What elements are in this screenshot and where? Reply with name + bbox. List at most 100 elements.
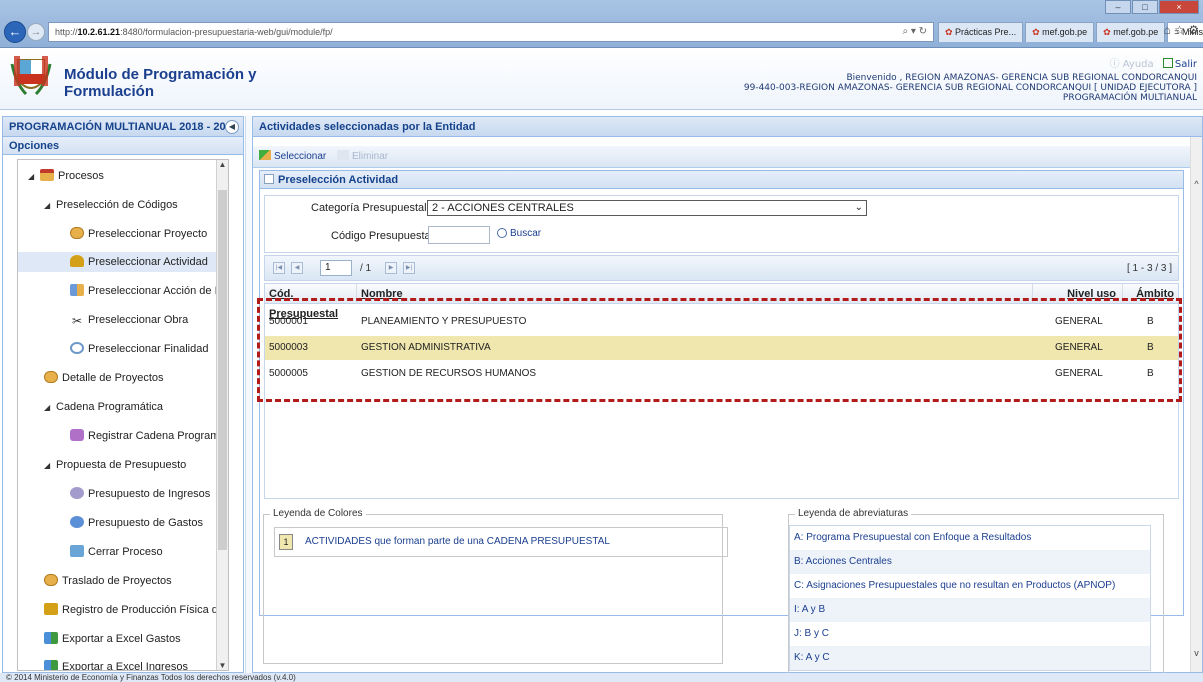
prev-page-icon[interactable]: ◀: [291, 262, 303, 274]
tree-item-label: Preseleccionar Obra: [88, 314, 189, 326]
abbreviation-item: K: A y C: [790, 646, 1150, 670]
browser-tools[interactable]: ⌂ ☆ ⚙: [1164, 23, 1199, 37]
code-label: Código Presupuestal :: [331, 230, 440, 242]
main-scrollbar[interactable]: ^ v: [1190, 137, 1202, 672]
back-button[interactable]: ←: [4, 21, 26, 43]
abbreviation-legend-title: Leyenda de abreviaturas: [795, 508, 912, 519]
fieldset-title-text: Preselección Actividad: [278, 174, 399, 186]
target-icon: [70, 342, 84, 354]
first-page-icon[interactable]: |◀: [273, 262, 285, 274]
abbreviation-legend: Leyenda de abreviaturas A: Programa Pres…: [788, 508, 1164, 674]
tree-item-registro-produccion[interactable]: Registro de Producción Física del Pr: [18, 600, 228, 620]
category-select[interactable]: 2 - ACCIONES CENTRALES ⌄: [427, 200, 867, 216]
tree-item-traslado-proyectos[interactable]: Traslado de Proyectos: [18, 571, 228, 591]
tree-item-presupuesto-ingresos[interactable]: Presupuesto de Ingresos: [18, 484, 228, 504]
help-link[interactable]: ⓘ Ayuda: [1110, 59, 1154, 70]
maximize-button[interactable]: □: [1132, 0, 1158, 14]
expand-arrow-icon[interactable]: ◢: [28, 167, 40, 187]
address-bar[interactable]: http://10.2.61.21:8480/formulacion-presu…: [48, 22, 934, 42]
tree-item-label: Presupuesto de Ingresos: [88, 488, 211, 500]
left-panel-title: PROGRAMACIÓN MULTIANUAL 2018 - 2020 ◀: [3, 117, 243, 137]
tree-scrollbar[interactable]: ▲ ▼: [216, 160, 228, 670]
color-legend-title: Leyenda de Colores: [270, 508, 366, 519]
next-page-icon[interactable]: ▶: [385, 262, 397, 274]
expand-arrow-icon[interactable]: ◢: [44, 196, 56, 216]
forward-button[interactable]: →: [27, 23, 45, 41]
delete-label: Eliminar: [352, 151, 389, 162]
tree-item-cerrar-proceso[interactable]: Cerrar Proceso: [18, 542, 228, 562]
tree-item-label: Presupuesto de Gastos: [88, 517, 203, 529]
tree-item-detalle-proyectos[interactable]: Detalle de Proyectos: [18, 368, 228, 388]
scroll-up-icon[interactable]: ▲: [217, 160, 228, 169]
app-title-line1: Módulo de Programación y: [64, 66, 257, 83]
app-header: Módulo de Programación y Formulación ⓘ A…: [0, 48, 1203, 110]
page-input[interactable]: 1: [320, 260, 352, 276]
tree-item-cadena-programatica[interactable]: ◢ Cadena Programática: [18, 397, 228, 417]
search-label: Buscar: [510, 228, 542, 239]
search-button[interactable]: Buscar: [497, 228, 541, 239]
tree-item-presupuesto-gastos[interactable]: Presupuesto de Gastos: [18, 513, 228, 533]
tree-item-label: Cadena Programática: [56, 401, 164, 413]
annotation-highlight-box: [257, 298, 1182, 402]
tree-item-preseleccion-codigos[interactable]: ◢ Preselección de Códigos: [18, 195, 228, 215]
scroll-thumb[interactable]: [218, 190, 227, 550]
legend-color-swatch: 1: [279, 534, 293, 550]
tree-item-label: Preseleccionar Proyecto: [88, 228, 208, 240]
expand-arrow-icon[interactable]: ◢: [44, 456, 56, 476]
tree-item-preseleccionar-proyecto[interactable]: Preseleccionar Proyecto: [18, 224, 228, 244]
abbreviation-item: A: Programa Presupuestal con Enfoque a R…: [794, 532, 1032, 543]
tree-item-exportar-ingresos[interactable]: Exportar a Excel Ingresos: [18, 657, 228, 670]
close-process-icon: [70, 545, 84, 557]
abbreviation-item: C: Asignaciones Presupuestales que no re…: [794, 580, 1116, 591]
scroll-down-icon[interactable]: ▼: [217, 661, 228, 670]
tab-practicas[interactable]: ✿ Prácticas Pre...: [938, 22, 1024, 42]
help-label: Ayuda: [1122, 59, 1154, 70]
tree-item-label: Procesos: [58, 170, 104, 182]
tab-label: mef.gob.pe: [1113, 27, 1159, 37]
excel-icon: [44, 632, 58, 644]
tree-item-label: Preseleccionar Acción de Inversi: [88, 285, 228, 297]
chevron-down-icon: ⌄: [854, 202, 863, 213]
project-icon: [70, 227, 84, 239]
navigation-row: ← → http://10.2.61.21:8480/formulacion-p…: [0, 19, 1203, 45]
url-prefix: http://: [55, 27, 78, 37]
left-panel-title-text: PROGRAMACIÓN MULTIANUAL 2018 - 2020: [9, 121, 238, 133]
collapse-checkbox[interactable]: [264, 174, 274, 184]
tree-item-label: Preseleccionar Actividad: [88, 256, 208, 268]
expense-icon: [70, 516, 84, 528]
tree-item-label: Exportar a Excel Gastos: [62, 633, 181, 645]
tree-item-preseleccionar-accion-inversion[interactable]: Preseleccionar Acción de Inversi: [18, 281, 228, 301]
tree-item-preseleccionar-finalidad[interactable]: Preseleccionar Finalidad: [18, 339, 228, 359]
address-tools[interactable]: ⌕ ▾ ↻: [902, 23, 927, 41]
tree-item-registrar-cadena[interactable]: Registrar Cadena Programática y: [18, 426, 228, 446]
close-window-button[interactable]: ×: [1159, 0, 1199, 14]
exit-link[interactable]: Salir: [1162, 58, 1197, 70]
last-page-icon[interactable]: ▶|: [403, 262, 415, 274]
collapse-panel-button[interactable]: ◀: [225, 120, 239, 134]
main-panel-title: Actividades seleccionadas por la Entidad: [253, 117, 1202, 137]
tab-mef-2[interactable]: ✿ mef.gob.pe: [1096, 22, 1166, 42]
select-button[interactable]: Seleccionar: [259, 150, 326, 164]
code-input[interactable]: [428, 226, 490, 244]
url-host: 10.2.61.21: [77, 27, 121, 37]
minimize-button[interactable]: –: [1105, 0, 1131, 14]
abbreviation-item: I: A y B: [790, 598, 1150, 622]
delete-icon: [337, 150, 349, 160]
tree-item-procesos[interactable]: ◢ Procesos: [18, 166, 228, 186]
fieldset-title: Preselección Actividad: [260, 171, 1183, 189]
panel-splitter[interactable]: [245, 116, 251, 673]
unit-text: 99-440-003-REGION AMAZONAS- GERENCIA SUB…: [743, 83, 1197, 93]
scroll-up-icon[interactable]: ^: [1191, 179, 1202, 189]
tree-item-label: Propuesta de Presupuesto: [56, 459, 187, 471]
expand-arrow-icon[interactable]: ◢: [44, 398, 56, 418]
tree-item-label: Cerrar Proceso: [88, 546, 163, 558]
tree-item-label: Preseleccionar Finalidad: [88, 343, 209, 355]
tree-item-propuesta-presupuesto[interactable]: ◢ Propuesta de Presupuesto: [18, 455, 228, 475]
tree-item-exportar-gastos[interactable]: Exportar a Excel Gastos: [18, 629, 228, 649]
delete-button[interactable]: Eliminar: [337, 150, 388, 164]
tab-mef-1[interactable]: ✿ mef.gob.pe: [1025, 22, 1095, 42]
scroll-down-icon[interactable]: v: [1191, 648, 1202, 658]
tree-item-preseleccionar-actividad[interactable]: Preseleccionar Actividad: [18, 252, 228, 272]
tree-item-preseleccionar-obra[interactable]: ✂ Preseleccionar Obra: [18, 310, 228, 330]
main-toolbar: Seleccionar Eliminar: [253, 146, 1191, 168]
